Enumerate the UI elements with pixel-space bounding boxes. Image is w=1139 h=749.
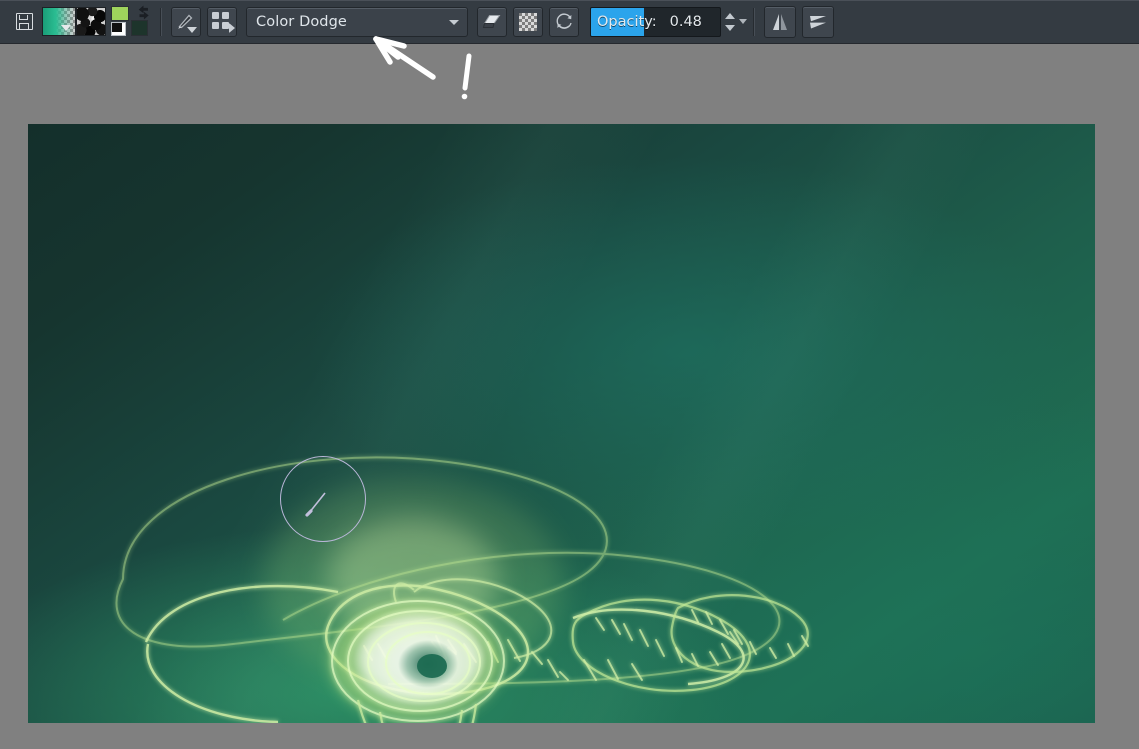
mirror-vertical-icon xyxy=(769,11,791,33)
painting-canvas[interactable] xyxy=(28,124,1095,723)
gradient-swatch-button[interactable] xyxy=(42,7,76,36)
floppy-disk-icon xyxy=(16,13,33,30)
application-window: Color Dodge xyxy=(0,0,1139,749)
brush-preset-button[interactable] xyxy=(171,7,201,37)
green-glow-helix-artwork xyxy=(28,124,1095,723)
opacity-stepper[interactable] xyxy=(723,7,741,37)
quad-squares-icon xyxy=(212,12,232,31)
toolbar: Color Dodge xyxy=(0,0,1139,44)
white-arrow-annotation xyxy=(376,39,433,77)
toolbar-separator-1 xyxy=(160,8,162,36)
brush-icon xyxy=(176,11,196,33)
pattern-swatch-button[interactable] xyxy=(76,7,106,36)
white-exclamation-annotation xyxy=(462,56,469,99)
stepper-up-icon[interactable] xyxy=(725,13,735,19)
foreground-color-swatch[interactable] xyxy=(111,6,129,21)
opacity-input[interactable]: Opacity: 0.48 xyxy=(590,7,721,37)
eraser-button[interactable] xyxy=(477,7,507,37)
blend-mode-label: Color Dodge xyxy=(247,14,347,30)
rotate-reset-icon xyxy=(555,12,574,31)
opacity-value: 0.48 xyxy=(670,14,702,30)
chevron-down-icon xyxy=(449,20,459,25)
reset-preset-button[interactable] xyxy=(549,7,579,37)
blend-mode-combo[interactable]: Color Dodge xyxy=(246,7,468,37)
default-colors-swatch[interactable] xyxy=(111,22,126,36)
foreground-background-color-widget[interactable] xyxy=(110,6,150,37)
stepper-dropdown-icon[interactable] xyxy=(739,19,747,24)
stepper-down-icon[interactable] xyxy=(725,25,735,31)
mirror-horizontal-icon xyxy=(807,11,829,33)
chevron-down-icon xyxy=(187,27,197,33)
swap-colors-icon[interactable] xyxy=(136,5,151,20)
save-button[interactable] xyxy=(9,6,39,38)
chevron-down-icon xyxy=(61,25,71,31)
opacity-label: Opacity: xyxy=(591,14,657,30)
tool-presets-button[interactable] xyxy=(207,7,237,37)
alpha-lock-button[interactable] xyxy=(513,7,543,37)
eraser-icon xyxy=(482,14,502,30)
background-color-swatch[interactable] xyxy=(131,20,148,36)
mirror-vertical-button[interactable] xyxy=(764,6,796,38)
checkerboard-icon xyxy=(519,13,537,31)
mirror-horizontal-button[interactable] xyxy=(802,6,834,38)
toolbar-separator-2 xyxy=(753,8,755,36)
